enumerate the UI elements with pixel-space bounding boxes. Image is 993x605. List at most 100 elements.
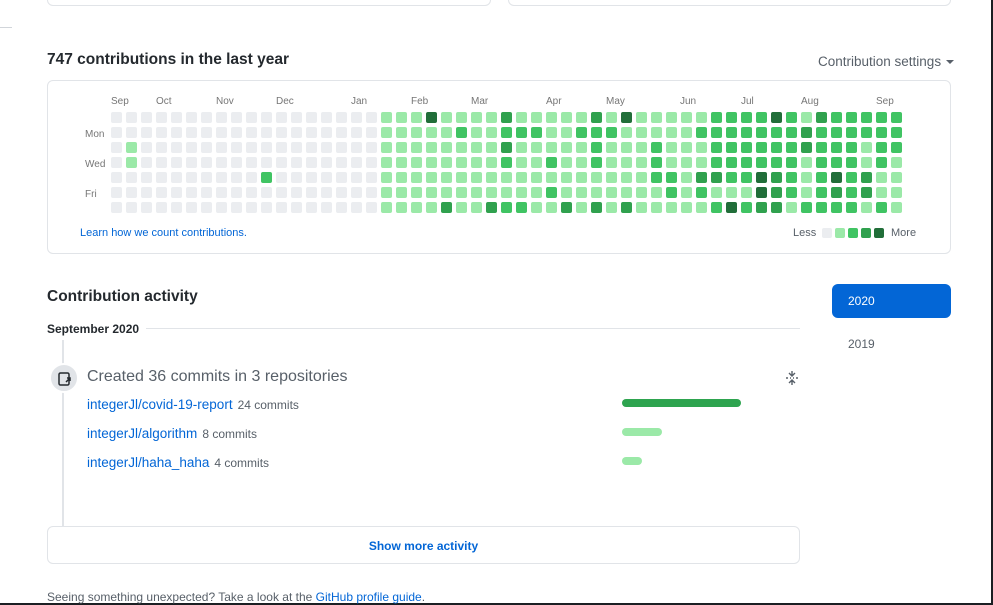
contribution-day[interactable] bbox=[561, 202, 572, 213]
contribution-day[interactable] bbox=[111, 142, 122, 153]
contribution-day[interactable] bbox=[636, 157, 647, 168]
contribution-day[interactable] bbox=[201, 142, 212, 153]
contribution-day[interactable] bbox=[501, 112, 512, 123]
contribution-day[interactable] bbox=[336, 142, 347, 153]
contribution-day[interactable] bbox=[291, 157, 302, 168]
contribution-day[interactable] bbox=[591, 142, 602, 153]
contribution-day[interactable] bbox=[381, 187, 392, 198]
contribution-day[interactable] bbox=[741, 157, 752, 168]
contribution-day[interactable] bbox=[576, 142, 587, 153]
contribution-day[interactable] bbox=[171, 202, 182, 213]
contribution-day[interactable] bbox=[261, 157, 272, 168]
contribution-day[interactable] bbox=[591, 127, 602, 138]
contribution-day[interactable] bbox=[711, 202, 722, 213]
contribution-settings-dropdown[interactable]: Contribution settings bbox=[818, 54, 955, 69]
contribution-day[interactable] bbox=[321, 172, 332, 183]
contribution-day[interactable] bbox=[516, 202, 527, 213]
contribution-day[interactable] bbox=[876, 202, 887, 213]
contribution-day[interactable] bbox=[756, 142, 767, 153]
contribution-day[interactable] bbox=[396, 112, 407, 123]
contribution-day[interactable] bbox=[396, 187, 407, 198]
contribution-day[interactable] bbox=[636, 112, 647, 123]
contribution-day[interactable] bbox=[741, 172, 752, 183]
contribution-day[interactable] bbox=[531, 127, 542, 138]
contribution-day[interactable] bbox=[246, 187, 257, 198]
contribution-day[interactable] bbox=[351, 202, 362, 213]
contribution-day[interactable] bbox=[456, 157, 467, 168]
contribution-day[interactable] bbox=[801, 187, 812, 198]
contribution-day[interactable] bbox=[351, 172, 362, 183]
contribution-day[interactable] bbox=[141, 112, 152, 123]
contribution-day[interactable] bbox=[456, 172, 467, 183]
contribution-day[interactable] bbox=[111, 187, 122, 198]
learn-contributions-link[interactable]: Learn how we count contributions. bbox=[80, 227, 247, 239]
contribution-day[interactable] bbox=[336, 127, 347, 138]
contribution-day[interactable] bbox=[366, 202, 377, 213]
contribution-day[interactable] bbox=[321, 112, 332, 123]
contribution-day[interactable] bbox=[456, 127, 467, 138]
contribution-day[interactable] bbox=[321, 202, 332, 213]
contribution-day[interactable] bbox=[576, 172, 587, 183]
contribution-day[interactable] bbox=[366, 127, 377, 138]
contribution-day[interactable] bbox=[291, 187, 302, 198]
contribution-day[interactable] bbox=[756, 187, 767, 198]
repo-link[interactable]: integerJl/algorithm bbox=[87, 426, 197, 441]
contribution-day[interactable] bbox=[876, 112, 887, 123]
contribution-day[interactable] bbox=[426, 112, 437, 123]
contribution-day[interactable] bbox=[681, 112, 692, 123]
contribution-day[interactable] bbox=[471, 187, 482, 198]
contribution-day[interactable] bbox=[366, 187, 377, 198]
contribution-day[interactable] bbox=[276, 157, 287, 168]
contribution-day[interactable] bbox=[591, 187, 602, 198]
contribution-day[interactable] bbox=[141, 142, 152, 153]
contribution-day[interactable] bbox=[846, 202, 857, 213]
contribution-day[interactable] bbox=[171, 142, 182, 153]
contribution-day[interactable] bbox=[441, 172, 452, 183]
contribution-day[interactable] bbox=[561, 112, 572, 123]
fold-icon[interactable] bbox=[785, 370, 799, 391]
contribution-day[interactable] bbox=[171, 172, 182, 183]
contribution-day[interactable] bbox=[756, 202, 767, 213]
contribution-day[interactable] bbox=[411, 202, 422, 213]
contribution-day[interactable] bbox=[591, 202, 602, 213]
contribution-day[interactable] bbox=[411, 187, 422, 198]
contribution-day[interactable] bbox=[531, 142, 542, 153]
repo-row[interactable]: integerJl/haha_haha 4 commits bbox=[87, 455, 269, 470]
contribution-day[interactable] bbox=[516, 187, 527, 198]
contribution-day[interactable] bbox=[681, 202, 692, 213]
contribution-day[interactable] bbox=[486, 157, 497, 168]
contribution-day[interactable] bbox=[576, 112, 587, 123]
contribution-day[interactable] bbox=[531, 202, 542, 213]
contribution-day[interactable] bbox=[171, 187, 182, 198]
contribution-day[interactable] bbox=[126, 127, 137, 138]
contribution-day[interactable] bbox=[876, 127, 887, 138]
contribution-day[interactable] bbox=[201, 157, 212, 168]
contribution-day[interactable] bbox=[726, 187, 737, 198]
contribution-day[interactable] bbox=[231, 202, 242, 213]
contribution-day[interactable] bbox=[156, 202, 167, 213]
contribution-day[interactable] bbox=[306, 142, 317, 153]
contribution-day[interactable] bbox=[681, 172, 692, 183]
contribution-day[interactable] bbox=[861, 172, 872, 183]
contribution-day[interactable] bbox=[831, 187, 842, 198]
contribution-day[interactable] bbox=[351, 127, 362, 138]
contribution-day[interactable] bbox=[711, 127, 722, 138]
contribution-day[interactable] bbox=[786, 172, 797, 183]
contribution-day[interactable] bbox=[831, 112, 842, 123]
contribution-day[interactable] bbox=[426, 172, 437, 183]
contribution-day[interactable] bbox=[726, 127, 737, 138]
contribution-day[interactable] bbox=[216, 112, 227, 123]
contribution-day[interactable] bbox=[741, 127, 752, 138]
contribution-day[interactable] bbox=[201, 202, 212, 213]
contribution-day[interactable] bbox=[861, 127, 872, 138]
contribution-day[interactable] bbox=[501, 202, 512, 213]
contribution-day[interactable] bbox=[891, 187, 902, 198]
contribution-day[interactable] bbox=[156, 112, 167, 123]
contribution-day[interactable] bbox=[201, 172, 212, 183]
contribution-day[interactable] bbox=[276, 127, 287, 138]
contribution-day[interactable] bbox=[396, 202, 407, 213]
contribution-day[interactable] bbox=[711, 157, 722, 168]
contribution-day[interactable] bbox=[846, 187, 857, 198]
repo-row[interactable]: integerJl/covid-19-report 24 commits bbox=[87, 397, 299, 412]
contribution-day[interactable] bbox=[231, 112, 242, 123]
